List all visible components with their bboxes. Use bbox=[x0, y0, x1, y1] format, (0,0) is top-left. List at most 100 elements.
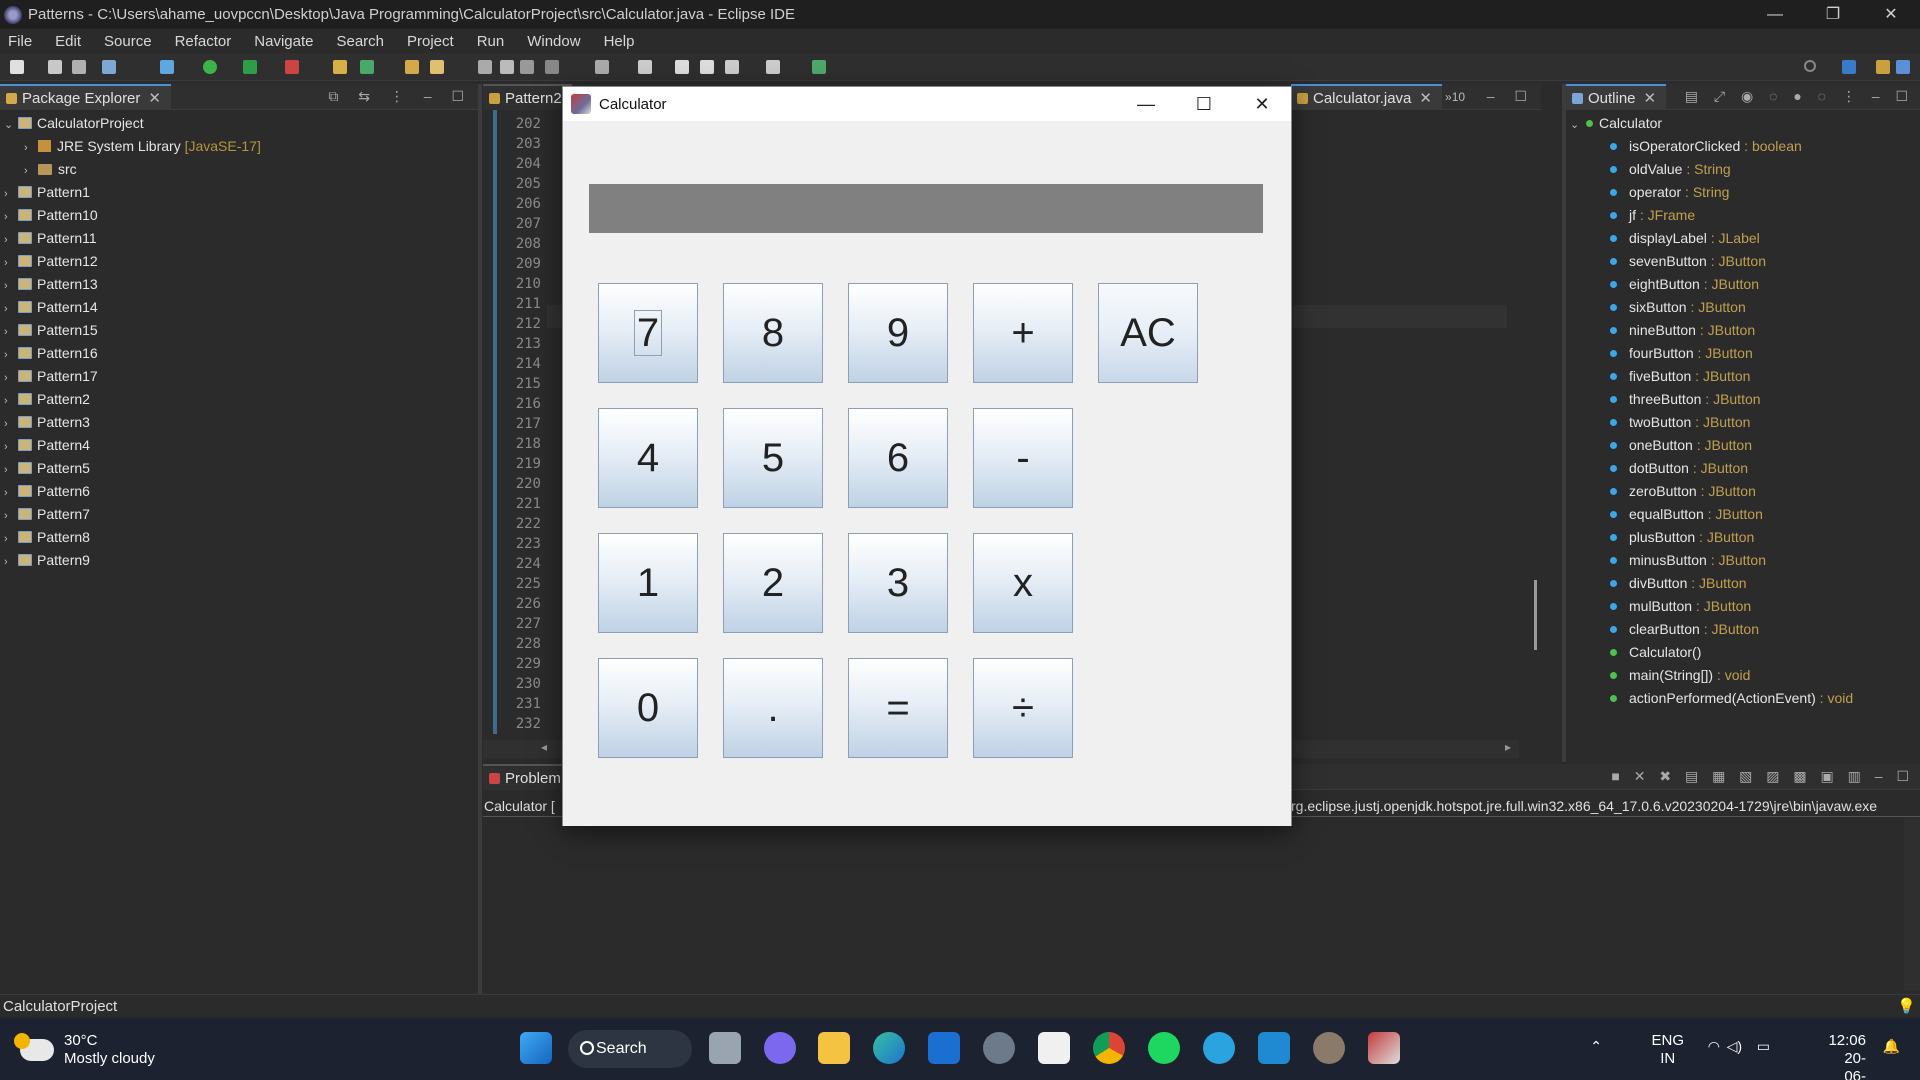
key-clear[interactable]: AC bbox=[1098, 283, 1198, 383]
key-1[interactable]: 1 bbox=[598, 533, 698, 633]
edge-browser-icon[interactable] bbox=[873, 1032, 905, 1064]
vscode-icon[interactable] bbox=[1258, 1032, 1290, 1064]
outline-field[interactable]: zeroButton : JButton bbox=[1610, 480, 1756, 503]
chevron-right-icon[interactable]: › bbox=[4, 367, 18, 390]
menu-edit[interactable]: Edit bbox=[55, 33, 81, 50]
outline-field[interactable]: fiveButton : JButton bbox=[1610, 365, 1750, 388]
menu-refactor[interactable]: Refactor bbox=[175, 33, 232, 50]
chevron-right-icon[interactable]: › bbox=[4, 275, 18, 298]
task-view-icon[interactable] bbox=[709, 1032, 741, 1064]
nav-forward-icon[interactable] bbox=[766, 60, 780, 74]
open-type-icon[interactable] bbox=[405, 60, 419, 74]
chevron-down-icon[interactable]: ⌄ bbox=[4, 114, 18, 137]
key-4[interactable]: 4 bbox=[598, 408, 698, 508]
tree-item-pattern9[interactable]: › Pattern9 bbox=[4, 549, 90, 572]
outline-field[interactable]: oneButton : JButton bbox=[1610, 434, 1752, 457]
outlook-icon[interactable] bbox=[928, 1032, 960, 1064]
view-controls[interactable]: ⧉ ⇆ ⋮ ‒ ☐ bbox=[328, 88, 472, 105]
block-icon[interactable] bbox=[520, 60, 534, 74]
key-plus[interactable]: + bbox=[973, 283, 1073, 383]
whitespace-icon[interactable] bbox=[545, 60, 559, 74]
debug-icon[interactable] bbox=[160, 60, 174, 74]
close-button[interactable]: ✕ bbox=[1862, 0, 1920, 29]
menu-file[interactable]: File bbox=[8, 33, 32, 50]
key-7[interactable]: 7 bbox=[598, 283, 698, 383]
outline-method[interactable]: main(String[]) : void bbox=[1610, 664, 1750, 687]
menu-search[interactable]: Search bbox=[336, 33, 384, 50]
nav-back-icon[interactable] bbox=[725, 60, 739, 74]
gear-app-icon[interactable] bbox=[1313, 1032, 1345, 1064]
scrollbar-thumb[interactable] bbox=[1534, 580, 1537, 650]
outline-field[interactable]: threeButton : JButton bbox=[1610, 388, 1761, 411]
new-package-icon[interactable] bbox=[333, 60, 347, 74]
outline-field[interactable]: eightButton : JButton bbox=[1610, 273, 1759, 296]
chevron-right-icon[interactable]: › bbox=[24, 137, 38, 160]
tree-item-pattern10[interactable]: › Pattern10 bbox=[4, 204, 98, 227]
tree-item-pattern12[interactable]: › Pattern12 bbox=[4, 250, 98, 273]
lightbulb-icon[interactable]: 💡 bbox=[1897, 995, 1916, 1018]
prev-annotation-icon[interactable] bbox=[638, 60, 652, 74]
outline-field[interactable]: mulButton : JButton bbox=[1610, 595, 1751, 618]
outline-field[interactable]: twoButton : JButton bbox=[1610, 411, 1750, 434]
minimize-button[interactable]: — bbox=[1746, 0, 1804, 29]
restore-button[interactable]: ❐ bbox=[1804, 0, 1862, 29]
debug-perspective-icon[interactable] bbox=[1896, 60, 1910, 74]
key-6[interactable]: 6 bbox=[848, 408, 948, 508]
back-icon[interactable] bbox=[675, 60, 689, 74]
chevron-right-icon[interactable]: › bbox=[4, 459, 18, 482]
key-0[interactable]: 0 bbox=[598, 658, 698, 758]
menu-source[interactable]: Source bbox=[104, 33, 152, 50]
sash-left[interactable] bbox=[478, 84, 482, 994]
outline-field[interactable]: divButton : JButton bbox=[1610, 572, 1747, 595]
chevron-right-icon[interactable]: › bbox=[4, 183, 18, 206]
notifications-icon[interactable]: 🔔 bbox=[1883, 1038, 1900, 1055]
chevron-right-icon[interactable]: › bbox=[4, 298, 18, 321]
calculator-title-bar[interactable]: Calculator — ☐ ✕ bbox=[563, 87, 1291, 121]
tab-package-explorer[interactable]: Package Explorer ✕ bbox=[0, 84, 171, 110]
java-app-taskbar-icon[interactable] bbox=[1368, 1032, 1400, 1064]
open-perspective-icon[interactable] bbox=[1842, 60, 1856, 74]
outline-field[interactable]: sixButton : JButton bbox=[1610, 296, 1746, 319]
close-tab-icon[interactable]: ✕ bbox=[148, 90, 161, 107]
tree-item-calculatorproject[interactable]: ⌄ CalculatorProject bbox=[0, 112, 144, 135]
scroll-right-icon[interactable]: ▸ bbox=[1505, 740, 1511, 754]
outline-field[interactable]: operator : String bbox=[1610, 181, 1729, 204]
save-icon[interactable] bbox=[48, 60, 62, 74]
new-icon[interactable] bbox=[10, 60, 24, 74]
menu-window[interactable]: Window bbox=[527, 33, 580, 50]
key-divide[interactable]: ÷ bbox=[973, 658, 1073, 758]
new-class-icon[interactable] bbox=[360, 60, 374, 74]
outline-field[interactable]: jf : JFrame bbox=[1610, 204, 1695, 227]
outline-field[interactable]: dotButton : JButton bbox=[1610, 457, 1748, 480]
volume-icon[interactable]: ◁) bbox=[1727, 1038, 1742, 1055]
weather-widget[interactable]: 30°C Mostly cloudy bbox=[14, 1032, 155, 1068]
terminal-icon[interactable] bbox=[102, 60, 116, 74]
chevron-right-icon[interactable]: › bbox=[4, 252, 18, 275]
outline-field[interactable]: isOperatorClicked : boolean bbox=[1610, 135, 1802, 158]
editor-view-controls[interactable]: ‒ ☐ bbox=[1487, 88, 1535, 105]
chevron-up-icon[interactable]: ⌃ bbox=[1590, 1038, 1602, 1055]
chevron-down-icon[interactable]: ⌄ bbox=[1570, 114, 1586, 137]
tab-calculator-java[interactable]: Calculator.java ✕ bbox=[1291, 84, 1442, 110]
scroll-left-icon[interactable]: ◂ bbox=[541, 740, 547, 754]
close-tab-icon[interactable]: ✕ bbox=[1644, 90, 1657, 107]
key-3[interactable]: 3 bbox=[848, 533, 948, 633]
key-2[interactable]: 2 bbox=[723, 533, 823, 633]
chrome-icon[interactable] bbox=[1093, 1032, 1125, 1064]
chevron-right-icon[interactable]: › bbox=[4, 505, 18, 528]
outline-root[interactable]: ⌄ Calculator bbox=[1570, 112, 1662, 135]
forward-icon[interactable] bbox=[700, 60, 714, 74]
save-all-icon[interactable] bbox=[72, 60, 86, 74]
language-indicator[interactable]: ENG IN bbox=[1651, 1032, 1684, 1068]
search-icon[interactable] bbox=[1804, 60, 1816, 72]
clock[interactable]: 12:0620-06-2023 bbox=[1828, 1032, 1866, 1080]
spotify-icon[interactable] bbox=[1148, 1032, 1180, 1064]
tree-item-pattern11[interactable]: › Pattern11 bbox=[4, 227, 97, 250]
tree-item-pattern6[interactable]: › Pattern6 bbox=[4, 480, 90, 503]
tree-item-pattern8[interactable]: › Pattern8 bbox=[4, 526, 90, 549]
teams-chat-icon[interactable] bbox=[764, 1032, 796, 1064]
outline-field[interactable]: clearButton : JButton bbox=[1610, 618, 1759, 641]
tree-item-pattern17[interactable]: › Pattern17 bbox=[4, 365, 98, 388]
chevron-right-icon[interactable]: › bbox=[4, 413, 18, 436]
outline-field[interactable]: nineButton : JButton bbox=[1610, 319, 1755, 342]
